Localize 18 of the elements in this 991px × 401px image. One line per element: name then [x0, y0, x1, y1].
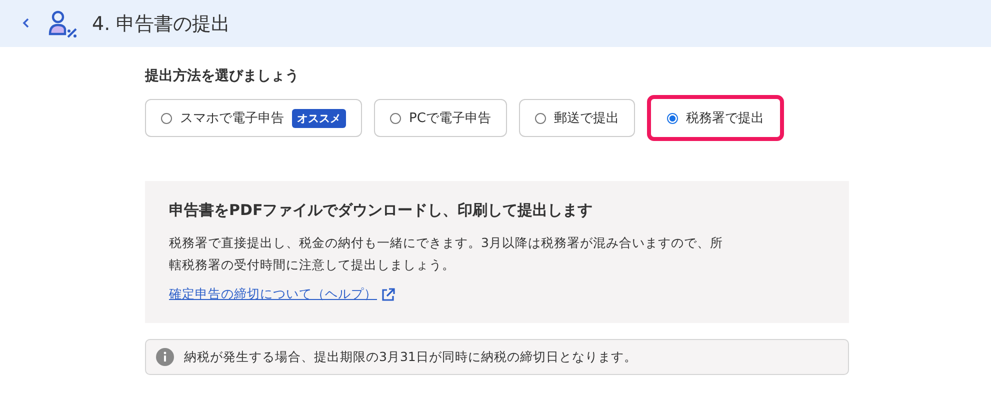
- external-link-icon: [381, 288, 395, 302]
- panel-heading: 申告書をPDFファイルでダウンロードし、印刷して提出します: [169, 201, 594, 220]
- radio-icon: [161, 112, 172, 124]
- chevron-left-icon: [22, 18, 30, 28]
- submission-option[interactable]: 税務署で提出: [646, 95, 784, 141]
- notice-text: 納税が発生する場合、提出期限の3月31日が同時に納税の締切日となります。: [184, 348, 637, 366]
- radio-icon: [666, 112, 678, 124]
- recommended-badge: オススメ: [292, 108, 346, 128]
- info-icon: [156, 348, 174, 366]
- submission-option[interactable]: PCで電子申告: [374, 99, 507, 137]
- radio-icon: [534, 112, 546, 124]
- submission-option[interactable]: 郵送で提出: [518, 99, 635, 137]
- person-percent-icon: [48, 10, 78, 38]
- page-title: 4. 申告書の提出: [92, 12, 230, 36]
- panel-description: 税務署で直接提出し、税金の納付も一緒にできます。3月以降は税務署が混み合いますので、所轄税務署の受付時間に注意して提出しましょう。: [169, 234, 724, 274]
- section-title: 提出方法を選びましょう: [145, 67, 300, 85]
- submission-option[interactable]: スマホで電子申告 オススメ: [145, 99, 362, 137]
- radio-icon: [390, 112, 401, 124]
